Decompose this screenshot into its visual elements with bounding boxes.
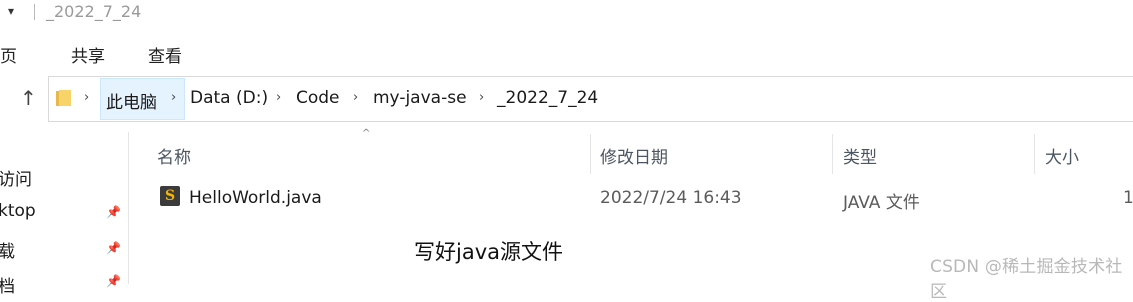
pin-icon: 📌 — [106, 241, 121, 255]
pane-divider[interactable] — [128, 132, 129, 284]
breadcrumb-current-folder[interactable]: _2022_7_24 — [497, 88, 598, 108]
tab-home[interactable]: 主页 — [0, 42, 17, 67]
breadcrumb-chevron-icon[interactable]: › — [353, 90, 358, 105]
tab-share[interactable]: 共享 — [71, 42, 105, 67]
up-arrow-icon[interactable]: ↑ — [20, 86, 37, 110]
folder-icon — [56, 90, 71, 107]
breadcrumb-chevron-icon[interactable]: › — [276, 90, 281, 105]
column-header-modified[interactable]: 修改日期 — [600, 143, 668, 168]
file-name[interactable]: HelloWorld.java — [189, 188, 322, 208]
breadcrumb-my-java-se[interactable]: my-java-se — [373, 88, 467, 108]
breadcrumb-chevron-icon[interactable]: › — [84, 90, 89, 105]
nav-documents[interactable]: 档 — [0, 272, 15, 297]
nav-downloads[interactable]: 载 — [0, 237, 15, 262]
pin-icon: 📌 — [106, 205, 121, 219]
csdn-watermark: CSDN @稀土掘金技术社区 — [930, 252, 1133, 302]
column-divider[interactable] — [832, 134, 833, 174]
file-type: JAVA 文件 — [843, 188, 920, 213]
column-header-name[interactable]: 名称 — [157, 143, 191, 168]
column-header-type[interactable]: 类型 — [843, 143, 877, 168]
sublime-file-icon: S — [160, 186, 180, 206]
file-modified: 2022/7/24 16:43 — [600, 188, 742, 208]
breadcrumb-chevron-icon[interactable]: › — [171, 90, 176, 105]
tab-view[interactable]: 查看 — [148, 42, 182, 67]
nav-desktop[interactable]: ktop — [0, 201, 36, 221]
file-size: 1 — [1123, 188, 1133, 208]
title-separator — [34, 4, 35, 20]
column-divider[interactable] — [590, 134, 591, 174]
annotation-caption: 写好java源文件 — [414, 236, 563, 266]
breadcrumb-code[interactable]: Code — [296, 88, 340, 108]
quick-access-dropdown-icon[interactable]: ▾ — [8, 4, 14, 18]
sort-ascending-icon: ^ — [362, 128, 370, 139]
window-title: _2022_7_24 — [46, 2, 141, 21]
nav-quick-access[interactable]: 访问 — [0, 165, 32, 190]
column-divider[interactable] — [1034, 134, 1035, 174]
breadcrumb-chevron-icon[interactable]: › — [479, 90, 484, 105]
breadcrumb-this-pc[interactable]: 此电脑 — [106, 88, 157, 113]
breadcrumb-drive-d[interactable]: Data (D:) — [190, 88, 268, 108]
column-header-size[interactable]: 大小 — [1045, 143, 1079, 168]
pin-icon: 📌 — [106, 274, 121, 288]
